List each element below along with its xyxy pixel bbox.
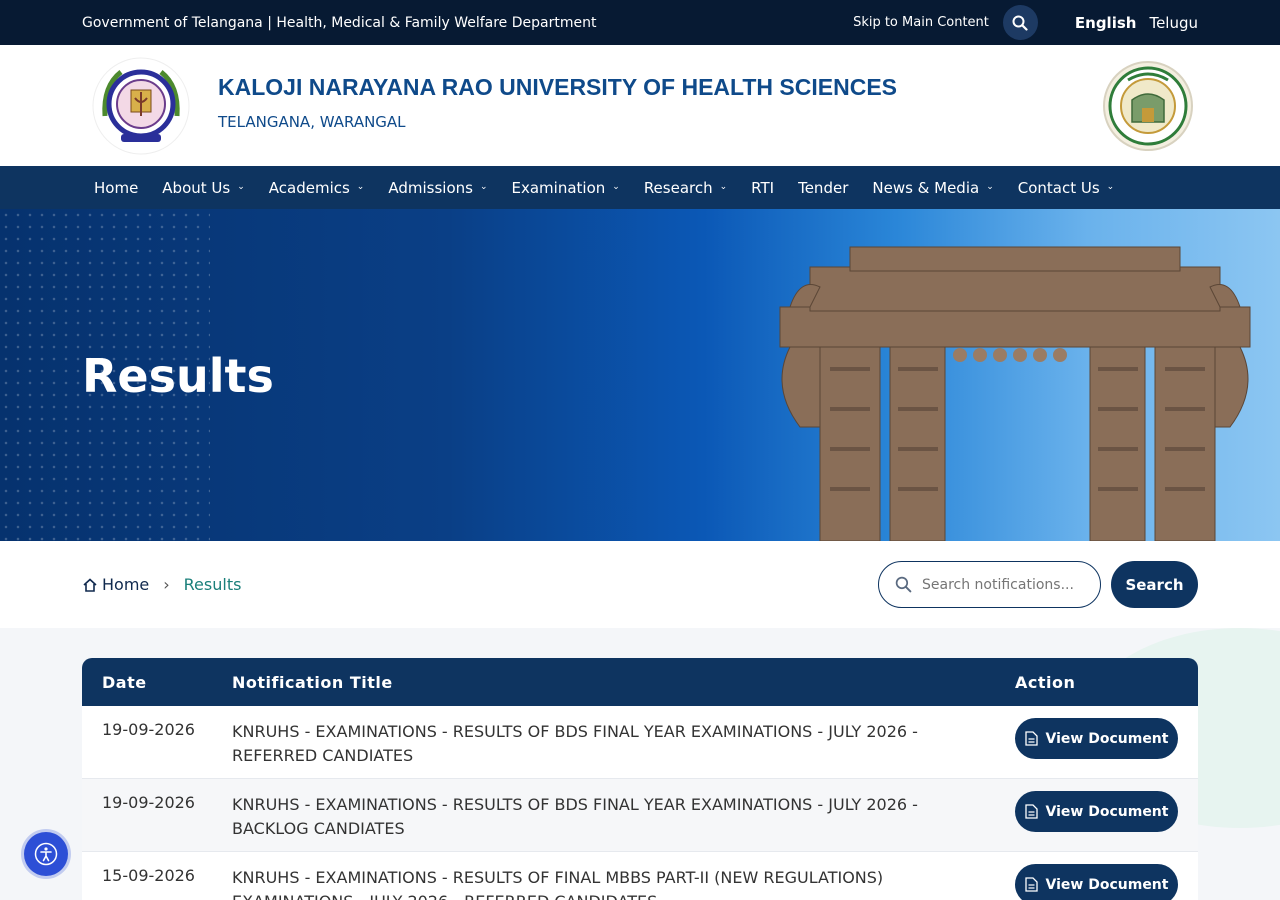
breadcrumb-current: Results <box>183 575 242 594</box>
nav-about-us[interactable]: About Us ⌄ <box>162 179 244 197</box>
breadcrumb-home-label: Home <box>102 575 150 594</box>
nav-label: Home <box>94 178 139 197</box>
chevron-down-icon: ⌄ <box>1106 181 1115 192</box>
view-document-button[interactable]: View Document <box>1015 718 1178 759</box>
search-input[interactable] <box>922 576 1082 593</box>
university-name: KALOJI NARAYANA RAO UNIVERSITY OF HEALTH… <box>218 74 898 100</box>
chevron-down-icon: ⌄ <box>986 181 994 192</box>
search-field[interactable] <box>878 561 1101 608</box>
row-title: KNRUHS - EXAMINATIONS - RESULTS OF FINAL… <box>232 868 884 900</box>
top-bar: Government of Telangana | Health, Medica… <box>0 0 1280 45</box>
accessibility-icon <box>34 842 58 866</box>
accessibility-button[interactable] <box>24 832 68 876</box>
nav-label: RTI <box>751 178 775 197</box>
chevron-down-icon: ⌄ <box>479 181 488 192</box>
page-title: Results <box>82 349 274 403</box>
view-document-label: View Document <box>1045 803 1169 820</box>
chevron-right-icon: › <box>163 575 170 594</box>
table-row: 19-09-2026 KNRUHS - EXAMINATIONS - RESUL… <box>82 706 1198 779</box>
nav-label: Contact Us <box>1017 178 1100 197</box>
site-header: KALOJI NARAYANA RAO UNIVERSITY OF HEALTH… <box>0 45 1280 166</box>
nav-news-media[interactable]: News & Media ⌄ <box>872 179 993 197</box>
nav-research[interactable]: Research ⌄ <box>644 179 727 197</box>
nav-academics[interactable]: Academics ⌄ <box>269 179 365 197</box>
university-logo[interactable] <box>91 56 191 156</box>
nav-label: News & Media <box>872 178 980 197</box>
nav-label: Research <box>643 178 713 197</box>
nav-label: Examination <box>511 178 606 197</box>
row-date: 15-09-2026 <box>102 866 195 885</box>
nav-rti[interactable]: RTI <box>751 179 774 197</box>
table-row: 15-09-2026 KNRUHS - EXAMINATIONS - RESUL… <box>82 852 1198 900</box>
chevron-down-icon: ⌄ <box>612 181 620 192</box>
hero-banner: Results <box>0 209 1280 541</box>
document-icon <box>1024 877 1038 892</box>
row-title: KNRUHS - EXAMINATIONS - RESULTS OF BDS F… <box>232 795 918 838</box>
chevron-down-icon: ⌄ <box>356 181 365 192</box>
search-icon <box>895 576 912 593</box>
search-button[interactable]: Search <box>1111 561 1198 608</box>
top-search-button[interactable] <box>1002 5 1038 40</box>
chevron-down-icon: ⌄ <box>237 181 245 192</box>
skip-to-main-link[interactable]: Skip to Main Content <box>853 15 989 30</box>
chevron-down-icon: ⌄ <box>719 181 728 192</box>
document-icon <box>1024 731 1038 746</box>
table-row: 19-09-2026 KNRUHS - EXAMINATIONS - RESUL… <box>82 779 1198 852</box>
document-icon <box>1024 804 1038 819</box>
nav-label: Admissions <box>388 178 473 197</box>
language-english[interactable]: English <box>1075 14 1137 32</box>
breadcrumb-bar: Home › Results Search <box>0 541 1280 628</box>
view-document-label: View Document <box>1045 730 1169 747</box>
view-document-button[interactable]: View Document <box>1015 791 1178 832</box>
nav-admissions[interactable]: Admissions ⌄ <box>388 179 487 197</box>
nav-examination[interactable]: Examination ⌄ <box>512 179 620 197</box>
notification-search: Search <box>878 561 1198 608</box>
nav-label: Tender <box>798 178 849 197</box>
government-text: Government of Telangana | Health, Medica… <box>82 14 597 31</box>
header-action: Action <box>1015 672 1076 692</box>
content-area: Date Notification Title Action 19-09-202… <box>0 628 1280 900</box>
view-document-button[interactable]: View Document <box>1015 864 1178 900</box>
home-icon <box>83 577 97 592</box>
main-navigation: Home About Us ⌄ Academics ⌄ Admissions ⌄ Ex… <box>0 166 1280 209</box>
search-icon <box>1012 15 1028 31</box>
results-table: Date Notification Title Action 19-09-202… <box>82 658 1198 900</box>
nav-contact-us[interactable]: Contact Us ⌄ <box>1018 179 1114 197</box>
row-date: 19-09-2026 <box>102 793 195 812</box>
table-header: Date Notification Title Action <box>82 658 1198 706</box>
row-title: KNRUHS - EXAMINATIONS - RESULTS OF BDS F… <box>232 722 918 765</box>
nav-home[interactable]: Home <box>94 179 138 197</box>
row-date: 19-09-2026 <box>102 720 195 739</box>
language-telugu[interactable]: Telugu <box>1149 14 1198 32</box>
telangana-emblem <box>1103 61 1193 151</box>
breadcrumb: Home › Results <box>82 575 241 594</box>
nav-label: Academics <box>268 178 350 197</box>
nav-label: About Us <box>162 178 231 197</box>
header-title: Notification Title <box>232 672 393 692</box>
header-date: Date <box>102 672 147 692</box>
nav-tender[interactable]: Tender <box>798 179 848 197</box>
view-document-label: View Document <box>1045 876 1169 893</box>
university-location: TELANGANA, WARANGAL <box>218 113 406 131</box>
kakatiya-arch-image <box>779 246 1251 541</box>
breadcrumb-home[interactable]: Home <box>82 575 149 594</box>
